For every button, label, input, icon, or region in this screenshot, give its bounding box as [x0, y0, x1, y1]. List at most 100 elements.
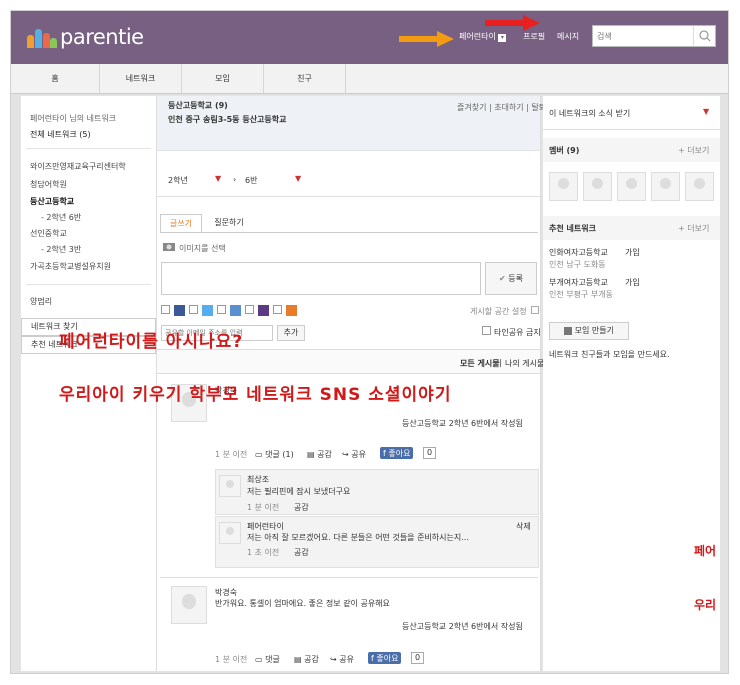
avatar[interactable] [171, 586, 207, 624]
sidebar-item-grade2-6[interactable]: - 2학년 6반 [41, 212, 81, 223]
recommended-more-link[interactable]: + 더보기 [678, 223, 709, 234]
rec-network-location: 인천 남구 도화동 [549, 260, 606, 269]
nav-network[interactable]: 네트워크 [100, 64, 182, 93]
me2day-icon [230, 305, 241, 316]
search-input[interactable] [593, 26, 691, 46]
comment-author[interactable]: 최상조 [247, 474, 269, 485]
member-avatar[interactable] [549, 172, 578, 201]
news-subscribe[interactable]: 이 네트워크의 소식 받기 ▼ [543, 96, 720, 130]
members-more-link[interactable]: + 더보기 [678, 145, 709, 156]
sidebar-item-chungdahm[interactable]: 청담어학원 [30, 179, 67, 190]
camera-icon[interactable] [163, 241, 175, 253]
news-dropdown-icon[interactable]: ▼ [703, 107, 709, 116]
rec-join-link[interactable]: 가입 [625, 247, 640, 258]
checkbox[interactable] [273, 305, 282, 314]
sidebar-item-deungsan[interactable]: 등산고등학교 [30, 196, 74, 207]
avatar[interactable] [219, 475, 241, 497]
sidebar-item-gagok[interactable]: 가곡초등학교병설유치원 [30, 261, 111, 272]
checkbox[interactable] [161, 305, 170, 314]
post-author[interactable]: 박경숙 [215, 587, 237, 598]
facebook-like-button[interactable]: f 좋아요 [380, 447, 414, 459]
rec-network-name[interactable]: 인화여자고등학교 [549, 247, 608, 258]
divider [26, 284, 151, 285]
like-icon: ▤ [294, 655, 302, 664]
chevron-right-icon: › [233, 175, 237, 184]
search-icon[interactable] [693, 26, 715, 46]
checkbox[interactable] [189, 305, 198, 314]
rec-network-name[interactable]: 부개여자고등학교 [549, 277, 608, 288]
like-link[interactable]: ▤ 공감 [294, 654, 319, 665]
comment-author[interactable]: 페어런타이 [247, 521, 284, 532]
like-link[interactable]: ▤ 공감 [307, 449, 332, 460]
post-textarea[interactable] [161, 262, 481, 295]
grade-select[interactable]: 2학년 [168, 175, 188, 186]
comment-time: 1 분 이전 [247, 503, 280, 512]
comment-link[interactable]: ▭ 댓글 (1) [255, 449, 294, 460]
orange-arrow-icon [399, 31, 454, 47]
sidebar-item-seonin[interactable]: 선인중학교 [30, 228, 67, 239]
grade-dropdown-icon[interactable]: ▼ [215, 174, 221, 183]
network-header: 등산고등학교 (9) 인천 중구 송림3-5동 등산고등학교 즐겨찾기 | 초대… [157, 96, 546, 151]
fb-like-count: 0 [411, 652, 425, 664]
member-avatar[interactable] [685, 172, 714, 201]
sidebar-item-friend[interactable]: 양멈리 [30, 296, 52, 307]
members-title: 멤버 (9) [549, 146, 580, 155]
class-select[interactable]: 6반 [245, 175, 257, 186]
network-actions[interactable]: 즐겨찾기 | 초대하기 | 탈퇴 [457, 102, 546, 113]
tab-question[interactable]: 질문하기 [204, 214, 254, 233]
comment-label: 댓글 (1) [265, 450, 294, 459]
nav-home[interactable]: 홈 [11, 64, 100, 93]
class-dropdown-icon[interactable]: ▼ [295, 174, 301, 183]
annotation-subtitle: 우리아이 키우기 학부모 네트워크 SNS 소셜이야기 [59, 385, 452, 405]
filter-all[interactable]: 모든 게시물 [460, 358, 500, 369]
red-arrow-icon [485, 15, 540, 31]
filter-mine[interactable]: 나의 게시물 [505, 358, 544, 369]
sidebar-all-networks[interactable]: 전체 네트워크 (5) [30, 129, 91, 140]
checkbox[interactable] [217, 305, 226, 314]
fb-like-count: 0 [423, 447, 437, 459]
user-menu[interactable]: 페어런타이 ▾ [459, 31, 507, 42]
create-group-button[interactable]: 모임 만들기 [549, 322, 629, 340]
annotation-edge-2: 우리 [694, 598, 717, 612]
member-avatar[interactable] [651, 172, 680, 201]
image-select-link[interactable]: 이미지를 선택 [179, 243, 226, 254]
main-nav: 홈 네트워크 모임 친구 [11, 64, 728, 94]
comment-link[interactable]: ▭ 댓글 [255, 654, 280, 665]
rec-join-link[interactable]: 가입 [625, 277, 640, 288]
member-avatar[interactable] [583, 172, 612, 201]
nav-group[interactable]: 모임 [182, 64, 264, 93]
comment-like[interactable]: 공감 [294, 502, 309, 513]
settings-dropdown-icon[interactable] [531, 306, 539, 314]
logo[interactable]: parentie [27, 25, 144, 49]
checkbox[interactable] [245, 305, 254, 314]
user-icon [564, 326, 573, 335]
share-link[interactable]: ↪ 공유 [342, 449, 366, 460]
tab-write[interactable]: 글쓰기 [160, 214, 202, 233]
logo-icon [27, 26, 57, 48]
submit-button[interactable]: ✔ 등록 [485, 262, 537, 295]
add-button[interactable]: 추가 [277, 325, 305, 341]
comment-item: 페어런타이 저는 아직 잘 모르겠어요. 다른 분들은 어떤 것들을 준비하시는… [215, 516, 539, 568]
comment-time: 1 초 이전 [247, 548, 280, 557]
facebook-like-button[interactable]: f 좋아요 [368, 652, 402, 664]
sidebar-item-grade2-3[interactable]: - 2학년 3반 [41, 244, 81, 255]
divider [160, 232, 538, 233]
avatar[interactable] [219, 522, 241, 544]
message-link[interactable]: 메시지 [557, 31, 579, 42]
member-avatar[interactable] [617, 172, 646, 201]
user-menu-label: 페어런타이 [459, 32, 496, 41]
nav-friends[interactable]: 친구 [264, 64, 346, 93]
share-label: 공유 [339, 655, 354, 664]
share-settings[interactable]: 게시할 공간 설정 [470, 306, 527, 317]
comment-like[interactable]: 공감 [294, 547, 309, 558]
profile-link[interactable]: 프로필 [523, 31, 545, 42]
delete-link[interactable]: 삭제 [516, 521, 531, 532]
no-share-checkbox[interactable] [482, 326, 491, 335]
like-label: 공감 [317, 450, 332, 459]
divider [157, 196, 540, 197]
post-time: 1 분 이전 [215, 450, 248, 459]
comment-item: 최상조 저는 필리핀에 잠시 보냈더구요 1 분 이전 공감 [215, 469, 539, 515]
sidebar-item-wiseman[interactable]: 와이즈만영재교육구리센터학 [30, 161, 126, 172]
share-link[interactable]: ↪ 공유 [330, 654, 354, 665]
network-address: 인천 중구 송림3-5동 등산고등학교 [168, 115, 287, 124]
